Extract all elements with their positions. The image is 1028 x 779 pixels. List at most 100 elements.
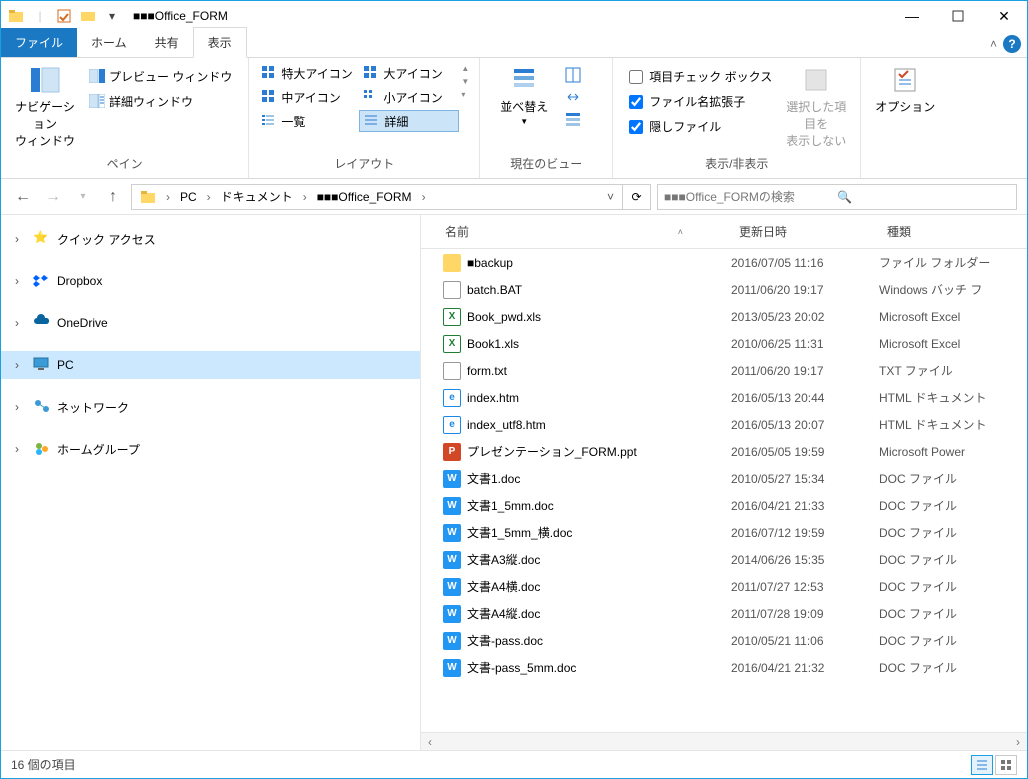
layout-scroll-down-icon[interactable]: ▼ xyxy=(461,77,469,86)
tree-dropbox[interactable]: ›Dropbox xyxy=(1,267,420,295)
breadcrumb-pc[interactable]: PC xyxy=(176,190,201,204)
minimize-button[interactable]: ― xyxy=(889,1,935,31)
breadcrumb-folder[interactable]: ■■■Office_FORM xyxy=(313,190,416,204)
close-button[interactable]: ✕ xyxy=(981,1,1027,31)
file-row[interactable]: form.txt2011/06/20 19:17TXT ファイル xyxy=(421,357,1027,384)
folder-icon[interactable] xyxy=(5,5,27,27)
file-type: DOC ファイル xyxy=(879,551,1027,568)
chevron-right-icon[interactable]: › xyxy=(203,190,215,204)
col-type[interactable]: 種類 xyxy=(879,215,1027,248)
file-row[interactable]: eindex.htm2016/05/13 20:44HTML ドキュメント xyxy=(421,384,1027,411)
view-large-icons-button[interactable] xyxy=(995,755,1017,775)
tree-network[interactable]: ›ネットワーク xyxy=(1,393,420,421)
breadcrumb-documents[interactable]: ドキュメント xyxy=(217,188,297,205)
file-row[interactable]: batch.BAT2011/06/20 19:17Windows バッチ フ xyxy=(421,276,1027,303)
tab-home[interactable]: ホーム xyxy=(77,28,141,57)
file-row[interactable]: Pプレゼンテーション_FORM.ppt2016/05/05 19:59Micro… xyxy=(421,438,1027,465)
file-row[interactable]: XBook1.xls2010/06/25 11:31Microsoft Exce… xyxy=(421,330,1027,357)
chevron-right-icon[interactable]: › xyxy=(15,400,27,414)
back-button[interactable]: ← xyxy=(11,185,35,209)
collapse-ribbon-icon[interactable]: ˄ xyxy=(990,37,997,51)
file-name: 文書A4横.doc xyxy=(467,578,540,595)
tree-pc[interactable]: ›PC xyxy=(1,351,420,379)
chevron-right-icon[interactable]: › xyxy=(162,190,174,204)
scroll-left-icon[interactable]: ‹ xyxy=(421,735,439,749)
options-button[interactable]: オプション xyxy=(869,62,941,117)
chevron-right-icon[interactable]: › xyxy=(418,190,430,204)
navigation-bar: ← → ▾ ↑ › PC › ドキュメント › ■■■Office_FORM ›… xyxy=(1,179,1027,215)
chk-item-checkboxes[interactable]: 項目チェック ボックス xyxy=(625,66,776,87)
maximize-button[interactable] xyxy=(935,1,981,31)
chk-file-extensions[interactable]: ファイル名拡張子 xyxy=(625,91,776,112)
file-row[interactable]: W文書-pass_5mm.doc2016/04/21 21:32DOC ファイル xyxy=(421,654,1027,681)
breadcrumb[interactable]: › PC › ドキュメント › ■■■Office_FORM › ˅ xyxy=(131,184,623,210)
forward-button[interactable]: → xyxy=(41,185,65,209)
file-row[interactable]: eindex_utf8.htm2016/05/13 20:07HTML ドキュメ… xyxy=(421,411,1027,438)
file-date: 2016/05/13 20:44 xyxy=(731,391,879,405)
properties-icon[interactable] xyxy=(53,5,75,27)
sort-button[interactable]: 並べ替え ▼ xyxy=(488,62,560,128)
tree-onedrive[interactable]: ›OneDrive xyxy=(1,309,420,337)
horizontal-scrollbar[interactable]: ‹ › xyxy=(421,732,1027,750)
chevron-right-icon[interactable]: › xyxy=(15,316,27,330)
chk-hidden-files[interactable]: 隠しファイル xyxy=(625,116,776,137)
navigation-tree[interactable]: ›⭐クイック アクセス ›Dropbox ›OneDrive ›PC ›ネットワ… xyxy=(1,215,421,750)
col-date[interactable]: 更新日時 xyxy=(731,215,879,248)
file-date: 2016/05/13 20:07 xyxy=(731,418,879,432)
details-pane-button[interactable]: 詳細ウィンドウ xyxy=(85,91,236,112)
search-placeholder: ■■■Office_FORMの検索 xyxy=(664,188,837,205)
file-name: 文書1.doc xyxy=(467,470,520,487)
titlebar: | ▾ ■■■Office_FORM ― ✕ xyxy=(1,1,1027,31)
file-row[interactable]: W文書-pass.doc2010/05/21 11:06DOC ファイル xyxy=(421,627,1027,654)
grid-icon xyxy=(261,65,277,81)
qat-dropdown-icon[interactable]: ▾ xyxy=(101,5,123,27)
chevron-down-icon: ▼ xyxy=(520,117,528,126)
file-row[interactable]: W文書A4縦.doc2011/07/28 19:09DOC ファイル xyxy=(421,600,1027,627)
file-name: batch.BAT xyxy=(467,283,522,297)
tab-view[interactable]: 表示 xyxy=(193,27,247,58)
file-row[interactable]: ■backup2016/07/05 11:16ファイル フォルダー xyxy=(421,249,1027,276)
refresh-button[interactable]: ⟳ xyxy=(623,184,651,210)
groupby-icon[interactable] xyxy=(564,110,582,128)
address-dropdown-icon[interactable]: ˅ xyxy=(603,190,618,204)
help-icon[interactable]: ? xyxy=(1003,35,1021,53)
search-box[interactable]: ■■■Office_FORMの検索 🔍 xyxy=(657,184,1017,210)
chevron-right-icon[interactable]: › xyxy=(299,190,311,204)
recent-dropdown-icon[interactable]: ▾ xyxy=(71,185,95,209)
up-button[interactable]: ↑ xyxy=(101,185,125,209)
addcolumn-icon[interactable] xyxy=(564,66,582,84)
preview-pane-button[interactable]: プレビュー ウィンドウ xyxy=(85,66,236,87)
tree-homegroup[interactable]: ›ホームグループ xyxy=(1,435,420,463)
file-row[interactable]: W文書A4横.doc2011/07/27 12:53DOC ファイル xyxy=(421,573,1027,600)
chevron-right-icon[interactable]: › xyxy=(15,232,27,246)
layout-m-icons[interactable]: 中アイコン xyxy=(257,86,357,108)
file-row[interactable]: W文書1_5mm_横.doc2016/07/12 19:59DOC ファイル xyxy=(421,519,1027,546)
layout-more-icon[interactable]: ▾ xyxy=(461,90,469,99)
navigation-pane-button[interactable]: ナビゲーション ウィンドウ xyxy=(9,62,81,151)
tab-share[interactable]: 共有 xyxy=(141,28,193,57)
layout-scroll-up-icon[interactable]: ▲ xyxy=(461,64,469,73)
layout-s-icons[interactable]: 小アイコン xyxy=(359,86,459,108)
file-row[interactable]: W文書1.doc2010/05/27 15:34DOC ファイル xyxy=(421,465,1027,492)
file-date: 2016/05/05 19:59 xyxy=(731,445,879,459)
chevron-right-icon[interactable]: › xyxy=(15,358,27,372)
sizecolumn-icon[interactable] xyxy=(564,88,582,106)
file-row[interactable]: W文書A3縦.doc2014/06/26 15:35DOC ファイル xyxy=(421,546,1027,573)
file-row[interactable]: W文書1_5mm.doc2016/04/21 21:33DOC ファイル xyxy=(421,492,1027,519)
view-details-button[interactable] xyxy=(971,755,993,775)
layout-l-icons[interactable]: 大アイコン xyxy=(359,62,459,84)
tree-quick-access[interactable]: ›⭐クイック アクセス xyxy=(1,225,420,253)
file-row[interactable]: XBook_pwd.xls2013/05/23 20:02Microsoft E… xyxy=(421,303,1027,330)
layout-list[interactable]: 一覧 xyxy=(257,110,357,132)
chevron-right-icon[interactable]: › xyxy=(15,442,27,456)
xls-icon: X xyxy=(443,308,461,326)
col-name[interactable]: 名前˄ xyxy=(421,215,731,248)
tab-file[interactable]: ファイル xyxy=(1,28,77,57)
layout-xl-icons[interactable]: 特大アイコン xyxy=(257,62,357,84)
navigation-pane-icon xyxy=(29,64,61,96)
scroll-right-icon[interactable]: › xyxy=(1009,735,1027,749)
folder-small-icon[interactable] xyxy=(77,5,99,27)
bat-icon xyxy=(443,281,461,299)
layout-detail[interactable]: 詳細 xyxy=(359,110,459,132)
chevron-right-icon[interactable]: › xyxy=(15,274,27,288)
